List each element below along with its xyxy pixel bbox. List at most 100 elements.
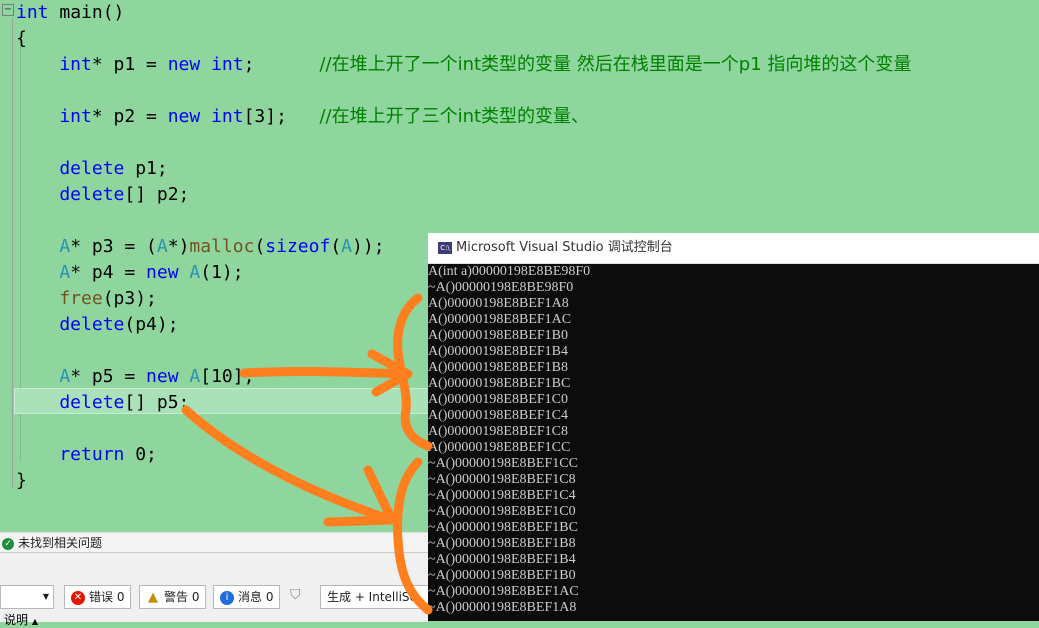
code-token: return xyxy=(16,444,125,465)
code-token: A xyxy=(189,366,201,387)
code-token: new xyxy=(167,106,201,127)
code-line[interactable]: delete(p4); xyxy=(16,312,179,338)
console-line: ~A()00000198E8BEF1BC xyxy=(428,520,578,535)
code-token: ( xyxy=(330,236,342,257)
code-line[interactable]: free(p3); xyxy=(16,286,157,312)
console-line: A()00000198E8BEF1C0 xyxy=(428,392,568,407)
filter-icon[interactable]: ⛉ xyxy=(290,587,301,603)
console-line: A()00000198E8BEF1AC xyxy=(428,312,572,327)
warnings-filter-button[interactable]: ▲ 警告 0 xyxy=(139,585,207,609)
outline-gutter xyxy=(12,18,13,488)
code-token: malloc xyxy=(189,236,255,257)
code-token: int xyxy=(16,2,49,23)
console-line: ~A()00000198E8BEF1CC xyxy=(428,456,578,471)
code-line[interactable]: delete[] p2; xyxy=(16,182,189,208)
console-line: A()00000198E8BEF1A8 xyxy=(428,296,569,311)
console-line: ~A()00000198E8BEF1C0 xyxy=(428,504,576,519)
errors-count: 错误 0 xyxy=(89,590,125,604)
console-line: A()00000198E8BEF1C8 xyxy=(428,424,568,439)
console-app-icon: C:\ xyxy=(438,241,452,254)
code-token: new xyxy=(146,262,179,283)
code-line[interactable]: delete[] p5; xyxy=(16,390,189,416)
code-token: *) xyxy=(167,236,190,257)
code-token: ( xyxy=(254,236,266,257)
warnings-count: 警告 0 xyxy=(164,590,200,604)
code-line[interactable]: { xyxy=(16,26,27,52)
issues-status-bar: ✓ 未找到相关问题 xyxy=(0,532,428,553)
code-token: new xyxy=(146,366,179,387)
code-token: A xyxy=(16,262,71,283)
code-token: p1; xyxy=(124,158,168,179)
errors-filter-button[interactable]: ✕ 错误 0 xyxy=(64,585,132,609)
console-title: Microsoft Visual Studio 调试控制台 xyxy=(456,240,673,255)
code-token: } xyxy=(16,470,27,491)
code-token: { xyxy=(16,28,27,49)
code-line[interactable]: int* p2 = new int[3]; //在堆上开了三个int类型的变量、 xyxy=(16,104,589,130)
console-line: A()00000198E8BEF1CC xyxy=(428,440,571,455)
code-token: [10]; xyxy=(200,366,255,387)
messages-count: 消息 0 xyxy=(238,590,274,604)
code-token: A xyxy=(189,262,201,283)
code-token: ; xyxy=(243,54,320,75)
console-line: ~A()00000198E8BE98F0 xyxy=(428,280,574,295)
code-token: new xyxy=(167,54,201,75)
chevron-down-icon: ▼ xyxy=(42,592,49,601)
code-token: * p2 = xyxy=(91,106,168,127)
code-token: * p4 = xyxy=(70,262,147,283)
console-line: A()00000198E8BEF1B8 xyxy=(428,360,568,375)
console-line: A()00000198E8BEF1B4 xyxy=(428,344,568,359)
code-line[interactable]: return 0; xyxy=(16,442,157,468)
code-token: int xyxy=(211,106,244,127)
warning-icon: ▲ xyxy=(148,589,158,605)
console-output: A(int a)00000198E8BE98F0 ~A()00000198E8BE… xyxy=(428,264,1039,616)
console-line: ~A()00000198E8BEF1C8 xyxy=(428,472,576,487)
code-line[interactable]: A* p5 = new A[10]; xyxy=(16,364,254,390)
collapse-icon[interactable]: − xyxy=(2,4,14,16)
console-line: A()00000198E8BEF1BC xyxy=(428,376,571,391)
code-token: int xyxy=(16,106,92,127)
scope-dropdown[interactable]: ▼ xyxy=(0,585,54,609)
code-token: free xyxy=(16,288,103,309)
console-line: A()00000198E8BEF1B0 xyxy=(428,328,568,343)
code-token: )); xyxy=(352,236,385,257)
debug-console-window[interactable]: C:\ Microsoft Visual Studio 调试控制台 A(int a… xyxy=(428,233,1039,621)
code-line[interactable]: delete p1; xyxy=(16,156,168,182)
code-token: delete xyxy=(16,314,125,335)
description-column-header[interactable]: 说明 ▲ xyxy=(4,611,38,628)
no-issues-text: 未找到相关问题 xyxy=(18,536,103,550)
code-line[interactable]: } xyxy=(16,468,27,494)
code-line[interactable]: A* p3 = (A*)malloc(sizeof(A)); xyxy=(16,234,385,260)
code-token: * p5 = xyxy=(70,366,147,387)
console-titlebar[interactable]: C:\ Microsoft Visual Studio 调试控制台 xyxy=(428,233,1039,264)
info-icon: i xyxy=(220,590,234,605)
code-token: A xyxy=(341,236,353,257)
code-token: sizeof xyxy=(265,236,331,257)
code-token: delete xyxy=(16,158,125,179)
code-line[interactable]: int* p1 = new int; //在堆上开了一个int类型的变量 然后在… xyxy=(16,52,911,78)
code-token: (p4); xyxy=(124,314,179,335)
code-token: 0; xyxy=(124,444,157,465)
build-source-dropdown[interactable]: 生成 + IntelliSe xyxy=(320,585,434,609)
console-line: ~A()00000198E8BEF1AC xyxy=(428,584,579,599)
sort-arrow-icon: ▲ xyxy=(31,617,38,626)
console-line: ~A()00000198E8BEF1B0 xyxy=(428,568,576,583)
code-line[interactable]: A* p4 = new A(1); xyxy=(16,260,244,286)
code-token: (1); xyxy=(200,262,244,283)
code-token: [] p5; xyxy=(124,392,190,413)
error-list-panel: ▼ ✕ 错误 0 ▲ 警告 0 i 消息 0 ⛉ 生成 + IntelliSe 说明 … xyxy=(0,552,434,627)
messages-filter-button[interactable]: i 消息 0 xyxy=(213,585,281,609)
console-line: A(int a)00000198E8BE98F0 xyxy=(428,264,591,279)
code-token: //在堆上开了三个int类型的变量、 xyxy=(319,106,590,127)
console-line: A()00000198E8BEF1C4 xyxy=(428,408,568,423)
error-icon: ✕ xyxy=(71,590,85,605)
code-token: * p3 = ( xyxy=(70,236,157,257)
code-token: //在堆上开了一个int类型的变量 然后在栈里面是一个p1 指向堆的这个变量 xyxy=(319,54,912,75)
code-token: main() xyxy=(48,2,125,23)
code-token: delete xyxy=(16,392,125,413)
code-token: int xyxy=(16,54,92,75)
code-line[interactable]: int main() xyxy=(16,0,124,26)
